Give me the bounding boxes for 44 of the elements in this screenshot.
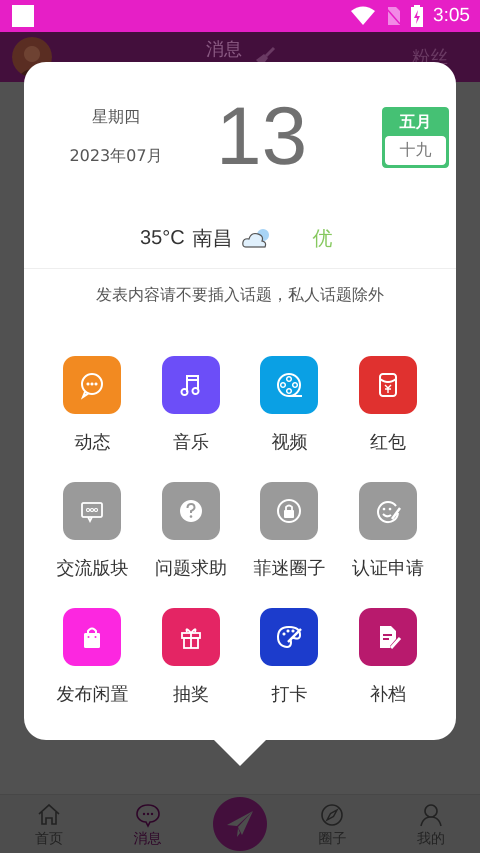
air-quality: 优 [312, 224, 333, 252]
menu-label: 动态 [74, 431, 110, 454]
battery-icon [411, 5, 424, 27]
clock-time: 3:05 [433, 5, 470, 27]
cloud-icon [240, 227, 271, 249]
menu-tile[interactable] [358, 356, 417, 414]
notification-icon [12, 5, 34, 27]
menu-tile[interactable] [63, 356, 122, 414]
paper-plane-icon [225, 809, 256, 839]
menu-label: 菲迷圈子 [253, 557, 326, 580]
menu-tile[interactable] [162, 356, 220, 414]
menu-label: 发布闲置 [56, 683, 128, 706]
year-month: 2023年07月 [69, 146, 163, 167]
menu-tile[interactable] [162, 482, 220, 540]
lunar-month: 五月 [400, 110, 432, 132]
temperature: 35°C [140, 226, 185, 250]
day-number: 13 [216, 90, 308, 184]
menu-label: 问题求助 [154, 557, 227, 580]
weekday: 星期四 [92, 107, 140, 128]
menu-tile[interactable] [260, 482, 318, 540]
menu-label: 认证申请 [352, 557, 424, 580]
tile-icon [274, 370, 304, 400]
menu-tile[interactable] [358, 482, 417, 540]
menu-label: 打卡 [271, 683, 308, 706]
menu-tile[interactable] [162, 608, 220, 666]
nav-tab[interactable]: 消息 [98, 795, 197, 853]
wifi-icon [351, 6, 376, 26]
header-title: 消息 [206, 38, 242, 61]
menu-tile[interactable] [63, 482, 122, 540]
menu-tile[interactable] [260, 608, 318, 666]
menu-label: 交流版块 [56, 557, 128, 580]
menu-label: 音乐 [172, 431, 209, 454]
lunar-day: 十九 [385, 136, 446, 164]
menu-tile[interactable] [358, 608, 417, 666]
chat-bubble-icon [134, 802, 162, 828]
menu-label: 视频 [271, 431, 308, 454]
notice-text: 发表内容请不要插入话题，私人话题除外 [95, 285, 385, 306]
menu-label: 补档 [370, 683, 406, 706]
city-name: 南昌 [192, 224, 233, 252]
menu-label: 红包 [370, 431, 406, 454]
menu-tile[interactable] [260, 356, 318, 414]
menu-label: 抽奖 [172, 683, 209, 706]
no-sim-icon [385, 6, 402, 26]
menu-tile[interactable] [63, 608, 122, 666]
